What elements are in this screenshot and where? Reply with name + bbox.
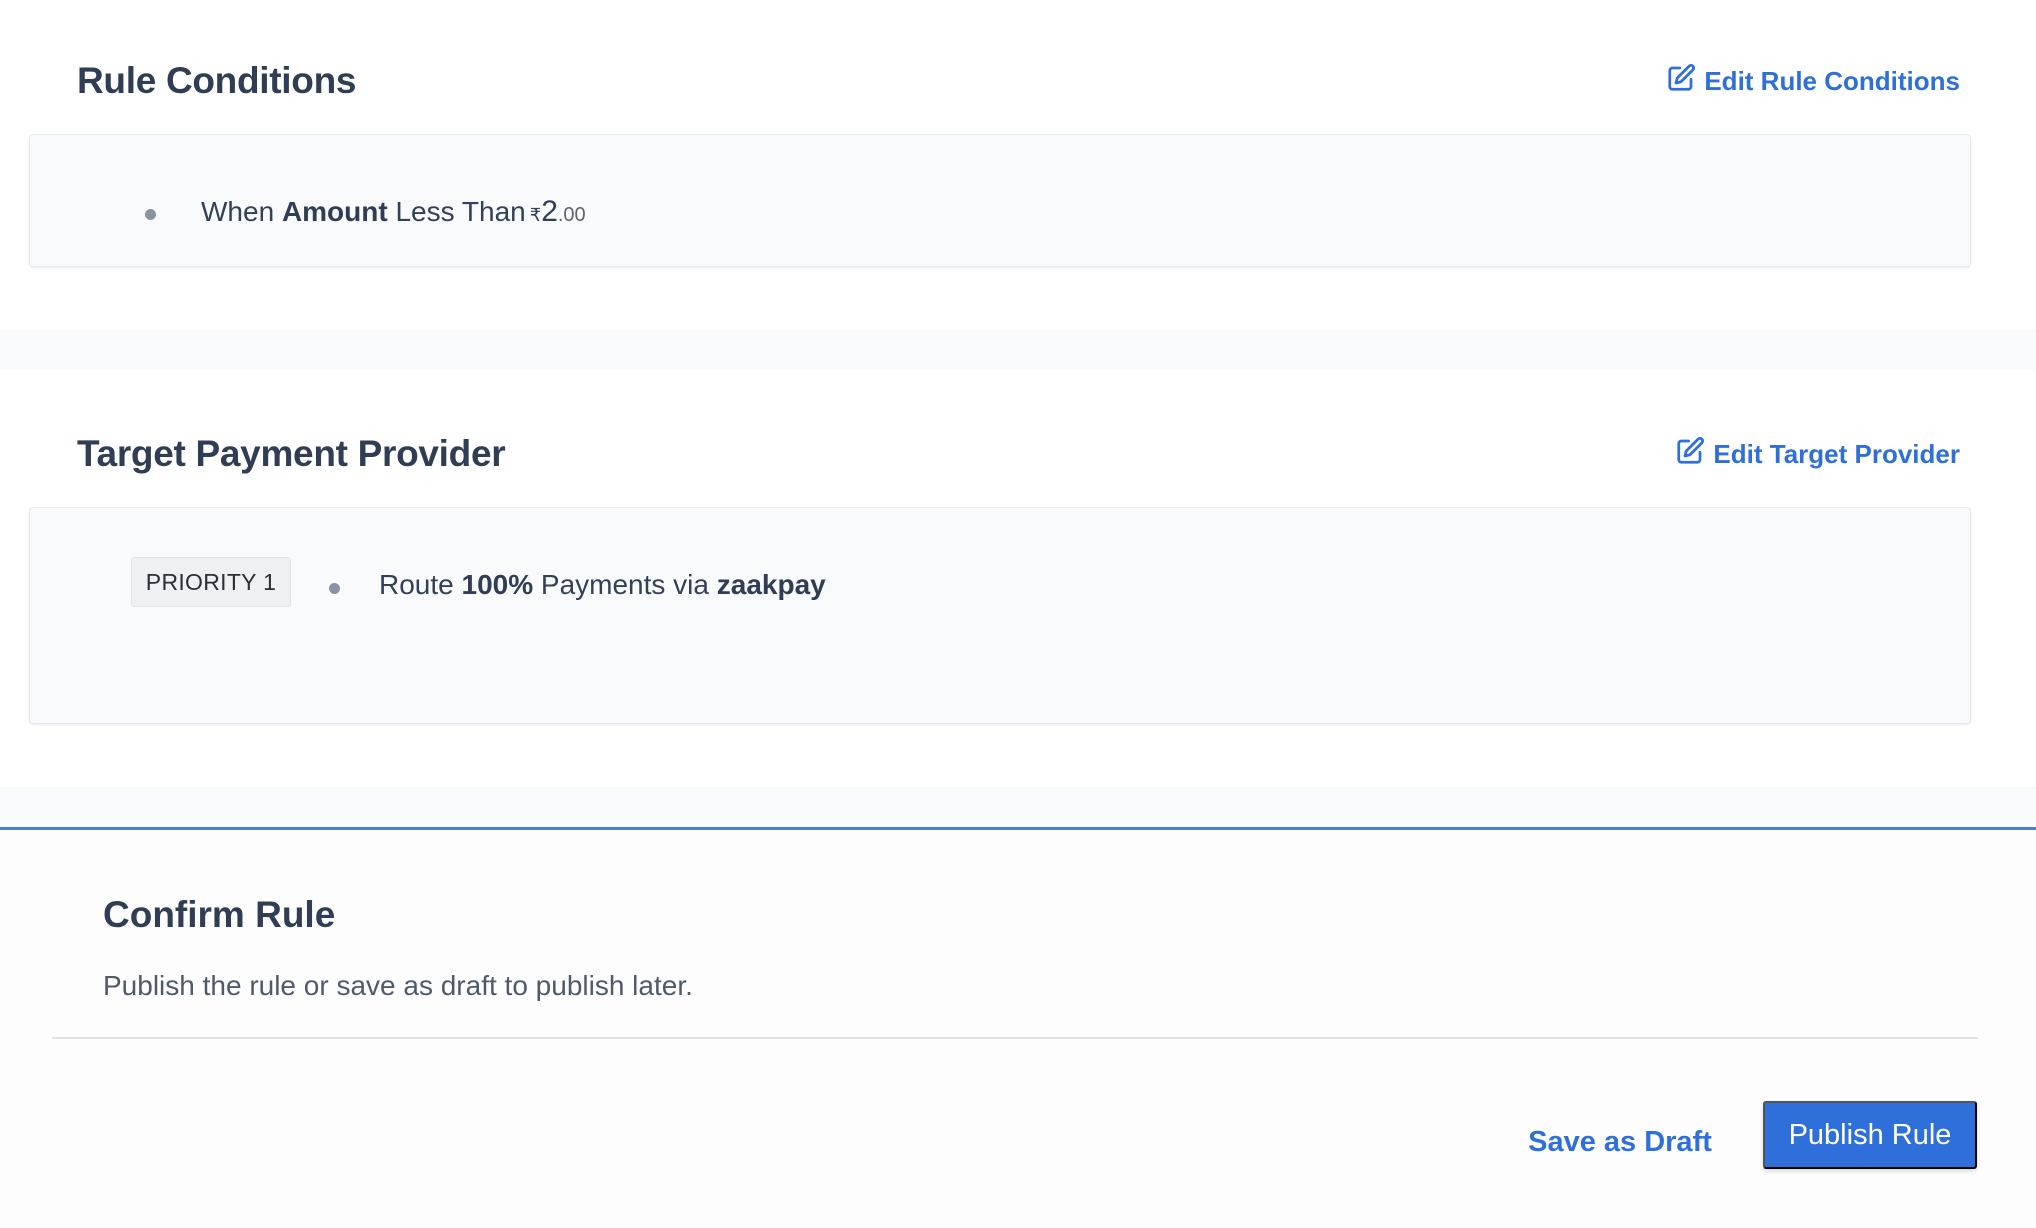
section-separator: [0, 787, 2036, 827]
route-provider: zaakpay: [716, 569, 826, 600]
divider: [52, 1037, 1978, 1039]
confirm-rule-title: Confirm Rule: [103, 894, 336, 935]
rule-review-page: Rule Conditions Edit Rule Conditions Whe…: [0, 0, 2036, 1228]
condition-bullet: [145, 209, 156, 220]
rule-conditions-header: Rule Conditions Edit Rule Conditions: [0, 52, 2036, 110]
section-separator: [0, 330, 2036, 370]
route-text: Route 100% Payments via zaakpay: [379, 569, 826, 601]
priority-badge: PRIORITY 1: [131, 557, 291, 607]
edit-icon: [1666, 63, 1696, 100]
edit-target-provider-label: Edit Target Provider: [1713, 438, 1960, 469]
route-percentage: 100%: [461, 569, 534, 600]
rule-conditions-title: Rule Conditions: [77, 60, 357, 101]
condition-field: Amount: [281, 196, 388, 227]
save-as-draft-button[interactable]: Save as Draft: [1520, 1110, 1720, 1174]
confirm-rule-panel: Confirm Rule Publish the rule or save as…: [0, 827, 2036, 1228]
currency-symbol: ₹: [529, 205, 542, 225]
target-provider-title: Target Payment Provider: [77, 433, 506, 474]
amount-decimal: .00: [557, 204, 586, 226]
condition-operator: Less Than: [395, 196, 526, 227]
route-middle: Payments via: [540, 569, 709, 600]
route-prefix: Route: [379, 569, 454, 600]
rule-conditions-card: When Amount Less Than ₹2.00: [29, 134, 1971, 267]
edit-icon: [1675, 436, 1705, 473]
edit-rule-conditions-label: Edit Rule Conditions: [1704, 65, 1960, 96]
edit-target-provider-link[interactable]: Edit Target Provider: [1675, 436, 1960, 473]
condition-prefix: When: [201, 196, 275, 227]
edit-rule-conditions-link[interactable]: Edit Rule Conditions: [1666, 63, 1960, 100]
route-bullet: [329, 583, 340, 594]
confirm-rule-description: Publish the rule or save as draft to pub…: [103, 970, 693, 1001]
amount-integer: 2: [541, 195, 558, 228]
target-provider-header: Target Payment Provider Edit Target Prov…: [0, 425, 2036, 483]
publish-rule-button[interactable]: Publish Rule: [1763, 1101, 1977, 1169]
condition-text: When Amount Less Than ₹2.00: [201, 195, 586, 229]
target-provider-card: PRIORITY 1 Route 100% Payments via zaakp…: [29, 507, 1971, 724]
